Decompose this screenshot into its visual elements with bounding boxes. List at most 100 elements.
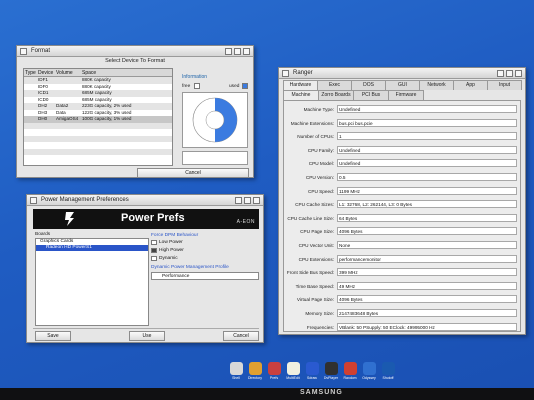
property-value[interactable]: 0.5 — [337, 173, 517, 181]
property-value[interactable]: VBlank: 50 PSupply: 50 EClock: 49995000 … — [337, 322, 517, 331]
depth-icon[interactable] — [253, 197, 260, 204]
dock: Shell Directory Prefs MultiEdit Sdraw DvPlaye… — [228, 362, 424, 384]
shell-icon[interactable] — [229, 362, 243, 375]
tree-item-radeon[interactable]: Radeon HD PowerS1 — [36, 245, 148, 251]
format-titlebar[interactable]: Format — [17, 46, 253, 57]
usage-details-box — [182, 151, 248, 165]
col-space[interactable]: Space — [82, 69, 172, 76]
banner-title: Power Prefs — [121, 212, 185, 224]
property-label: Memory Size: — [305, 311, 334, 316]
ranger-window: Ranger Hardware Exec DOS GUI Network App Input… — [278, 67, 526, 335]
option-dynamic[interactable]: Dynamic — [151, 256, 178, 261]
property-value[interactable]: 399 MHz — [337, 268, 517, 277]
iconify-icon[interactable] — [235, 197, 242, 204]
close-icon[interactable] — [282, 70, 289, 77]
zoom-icon[interactable] — [244, 197, 251, 204]
device-list[interactable]: Type Device Volume Space IDF1 880K capaci… — [23, 68, 173, 166]
tab-hardware[interactable]: Hardware — [283, 80, 318, 90]
subtab-firmware[interactable]: Firmware — [388, 90, 424, 100]
cancel-button[interactable]: Cancel — [223, 331, 259, 341]
tab-app[interactable]: App — [453, 80, 488, 90]
zoom-icon[interactable] — [234, 48, 241, 55]
dock-item-dvplayer[interactable]: DvPlayer — [323, 362, 339, 384]
main-tabs: Hardware Exec DOS GUI Network App Input — [283, 80, 522, 90]
property-value[interactable]: Undefined — [337, 105, 517, 113]
zoom-icon[interactable] — [506, 70, 513, 77]
notepad-icon[interactable] — [286, 362, 300, 375]
subtab-zorro-boards[interactable]: Zorro Boards — [318, 90, 354, 100]
property-value[interactable]: 2147483648 Bytes — [337, 309, 517, 317]
property-value[interactable]: 1199 MHz — [337, 186, 517, 195]
format-window: Format Select Device To Format Type Devi… — [16, 45, 254, 178]
globe-icon[interactable] — [362, 362, 376, 375]
film-icon[interactable] — [324, 362, 338, 375]
radio-icon[interactable] — [151, 256, 157, 261]
property-value[interactable]: 1 — [337, 132, 517, 141]
tab-dos[interactable]: DOS — [351, 80, 386, 90]
game-icon[interactable] — [343, 362, 357, 375]
power-icon[interactable] — [381, 362, 395, 375]
property-value[interactable]: 64 Bytes — [337, 213, 517, 222]
col-type[interactable]: Type — [24, 69, 38, 76]
dock-item-shutoff[interactable]: Shutoff — [380, 362, 396, 384]
depth-icon[interactable] — [243, 48, 250, 55]
property-row: CPU Speed: 1199 MHz — [284, 186, 520, 196]
property-value[interactable]: 49 MHz — [337, 281, 517, 290]
subtab-pci-bus[interactable]: PCI Bus — [353, 90, 389, 100]
dock-label: Raxdom — [343, 376, 357, 380]
ranger-titlebar[interactable]: Ranger — [279, 68, 525, 79]
tab-gui[interactable]: GUI — [385, 80, 420, 90]
property-value[interactable]: 4096 Bytes — [337, 295, 517, 304]
iconify-icon[interactable] — [225, 48, 232, 55]
option-high-power[interactable]: High Power — [151, 248, 184, 253]
window-title: Format — [31, 48, 51, 54]
property-value[interactable]: L1: 32768, L2: 262144, L3: 0 Bytes — [337, 200, 517, 209]
cancel-button[interactable]: Cancel — [137, 168, 249, 177]
device-row[interactable]: DH0 AmigaOS4 100G capacity, 1% used — [24, 116, 172, 123]
dock-item-multiedit[interactable]: MultiEdit — [285, 362, 301, 384]
radio-icon[interactable] — [151, 240, 157, 245]
empty-row — [24, 155, 172, 162]
prefs-icon[interactable] — [267, 362, 281, 375]
monitor-brand: SAMSUNG — [300, 389, 343, 396]
directory-icon[interactable] — [248, 362, 262, 375]
property-value[interactable]: 4096 Bytes — [337, 227, 517, 236]
option-low-power[interactable]: Low Power — [151, 240, 183, 245]
used-swatch — [242, 83, 248, 89]
property-value[interactable]: bus.pci bus.pcie — [337, 118, 517, 127]
col-device[interactable]: Device — [38, 69, 56, 76]
tab-network[interactable]: Network — [419, 80, 454, 90]
profile-select[interactable]: Performance — [151, 272, 259, 280]
power-titlebar[interactable]: Power Management Preferences — [27, 195, 263, 206]
iconify-icon[interactable] — [497, 70, 504, 77]
property-label: Number of CPUs: — [297, 134, 334, 140]
property-value[interactable]: performancemonitor — [337, 254, 517, 263]
col-volume[interactable]: Volume — [56, 69, 82, 76]
property-row: Front Side Bus Speed: 399 MHz — [284, 268, 520, 277]
radio-icon[interactable] — [151, 248, 157, 253]
draw-icon[interactable] — [305, 362, 319, 375]
property-label: CPU Page Size: — [300, 229, 334, 235]
use-button[interactable]: Use — [129, 331, 165, 341]
dock-item-prefs[interactable]: Prefs — [266, 362, 282, 384]
close-icon[interactable] — [20, 48, 27, 55]
tab-exec[interactable]: Exec — [317, 80, 352, 90]
dock-item-shell[interactable]: Shell — [228, 362, 244, 384]
dock-item-sdraw[interactable]: Sdraw — [304, 362, 320, 384]
close-icon[interactable] — [30, 197, 37, 204]
boards-tree[interactable]: Graphics Cards Radeon HD PowerS1 — [35, 238, 149, 326]
dock-item-directory[interactable]: Directory — [247, 362, 263, 384]
save-button[interactable]: Save — [35, 331, 71, 341]
property-value[interactable]: Undefined — [337, 159, 517, 168]
property-label: Time Base Speed: — [295, 283, 334, 289]
usage-pie-chart — [192, 97, 238, 143]
dock-label: DvPlayer — [323, 376, 339, 380]
dock-item-odyssey[interactable]: Odyssey — [361, 362, 377, 384]
subtab-machine[interactable]: Machine — [283, 90, 319, 100]
property-value[interactable]: None — [337, 241, 517, 249]
property-row: CPU Version: 0.5 — [284, 173, 520, 182]
tab-input[interactable]: Input — [487, 80, 522, 90]
dock-item-raxdom[interactable]: Raxdom — [342, 362, 358, 384]
property-value[interactable]: Undefined — [337, 145, 517, 154]
depth-icon[interactable] — [515, 70, 522, 77]
